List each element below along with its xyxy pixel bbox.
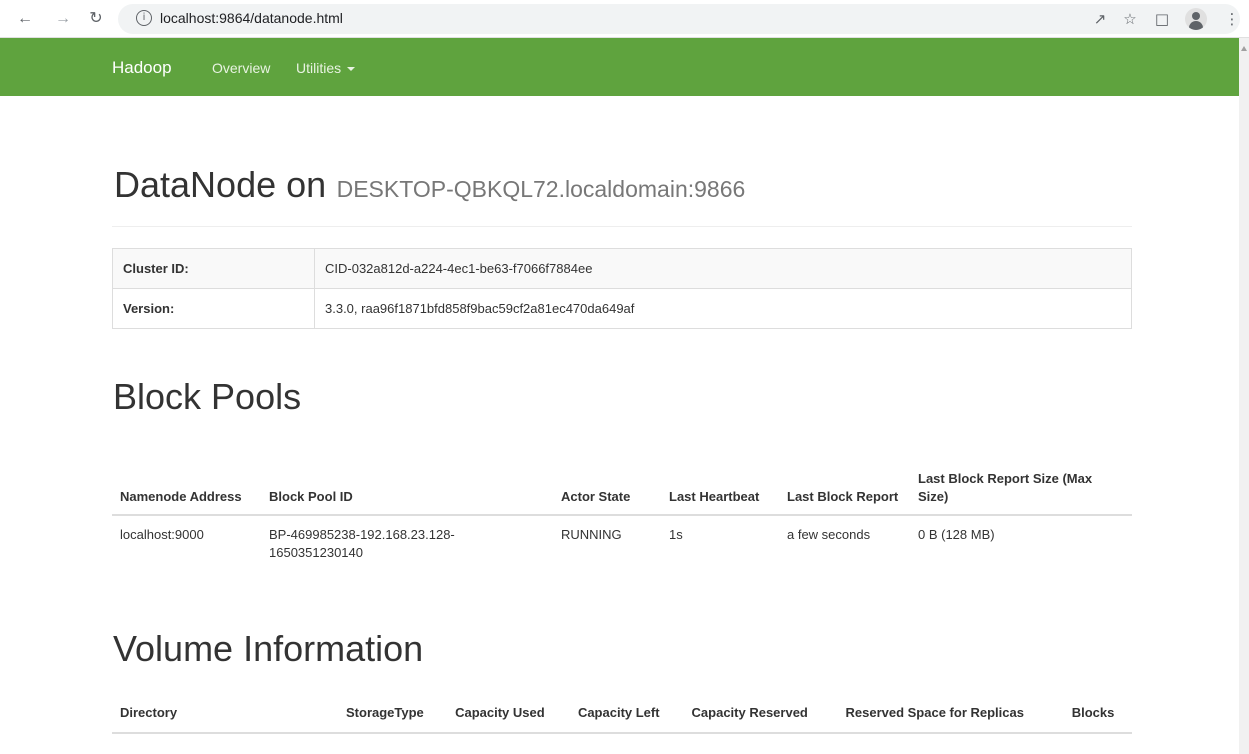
namenode-address-cell: localhost:9000	[120, 527, 204, 542]
column-header: Reserved Space for Replicas	[837, 690, 1064, 734]
volume-information-table: Directory StorageType Capacity Used Capa…	[112, 690, 1132, 734]
version-value: 3.3.0, raa96f1871bfd858f9bac59cf2a81ec47…	[314, 288, 1132, 329]
block-pools-heading: Block Pools	[113, 376, 302, 417]
forward-icon[interactable]: →	[52, 8, 74, 30]
last-block-report-cell: a few seconds	[787, 527, 871, 542]
version-label: Version:	[112, 288, 315, 329]
column-header: Capacity Reserved	[683, 690, 838, 734]
page-title-host: DESKTOP-QBKQL72.localdomain:9866	[336, 176, 746, 202]
column-header: Directory	[112, 690, 338, 734]
block-pools-table: Namenode Address Block Pool ID Actor Sta…	[112, 466, 1132, 572]
nav-utilities-label: Utilities	[296, 60, 342, 76]
hadoop-brand-link[interactable]: Hadoop	[112, 58, 172, 78]
column-header: Capacity Left	[569, 690, 684, 734]
actor-state-cell: RUNNING	[561, 527, 622, 542]
nav-utilities-dropdown[interactable]: Utilities	[296, 60, 356, 76]
page-title: DataNode on DESKTOP-QBKQL72.localdomain:…	[114, 164, 745, 206]
column-header: Last Block Report Size (Max Size)	[910, 466, 1132, 516]
table-header-row: Namenode Address Block Pool ID Actor Sta…	[112, 466, 1132, 516]
column-header: Last Block Report	[779, 466, 910, 516]
column-header: Capacity Used	[447, 690, 570, 734]
table-row: Cluster ID: CID-032a812d-a224-4ec1-be63-…	[112, 248, 1132, 289]
url-text[interactable]: localhost:9864/datanode.html	[160, 10, 343, 26]
cluster-info-table: Cluster ID: CID-032a812d-a224-4ec1-be63-…	[112, 248, 1132, 329]
table-header-row: Directory StorageType Capacity Used Capa…	[112, 690, 1132, 734]
star-icon[interactable]: ☆	[1120, 9, 1140, 29]
table-row: Version: 3.3.0, raa96f1871bfd858f9bac59c…	[112, 288, 1132, 329]
column-header: Blocks	[1063, 690, 1132, 734]
block-pool-id-cell: BP-469985238-192.168.23.128-165035123014…	[269, 527, 455, 560]
caret-down-icon	[347, 67, 356, 72]
share-icon[interactable]: ↗	[1090, 9, 1110, 29]
table-row: localhost:9000 BP-469985238-192.168.23.1…	[112, 515, 1132, 572]
column-header: Namenode Address	[112, 466, 261, 516]
scrollbar[interactable]	[1239, 38, 1249, 754]
column-header: Block Pool ID	[261, 466, 553, 516]
column-header: StorageType	[338, 690, 448, 734]
volume-information-heading: Volume Information	[113, 628, 424, 669]
back-icon[interactable]: ←	[14, 8, 36, 30]
column-header: Last Heartbeat	[661, 466, 779, 516]
cluster-id-label: Cluster ID:	[112, 248, 315, 289]
menu-icon[interactable]: ⋮	[1222, 9, 1242, 29]
cluster-id-value: CID-032a812d-a224-4ec1-be63-f7066f7884ee	[314, 248, 1132, 289]
scroll-up-icon[interactable]	[1241, 46, 1247, 51]
last-block-report-size-cell: 0 B (128 MB)	[918, 527, 995, 542]
last-heartbeat-cell: 1s	[669, 527, 683, 542]
browser-toolbar: ← → ↻ i localhost:9864/datanode.html ↗ ☆…	[0, 0, 1249, 38]
info-icon[interactable]: i	[136, 10, 152, 26]
nav-overview-link[interactable]: Overview	[212, 60, 270, 76]
top-navbar: Hadoop Overview Utilities	[0, 38, 1239, 96]
page-title-main: DataNode on	[114, 164, 327, 205]
reload-icon[interactable]: ↻	[85, 8, 107, 30]
column-header: Actor State	[553, 466, 661, 516]
profile-icon[interactable]	[1185, 8, 1207, 30]
side-panel-icon[interactable]: □	[1152, 9, 1172, 29]
header-divider	[112, 226, 1132, 227]
